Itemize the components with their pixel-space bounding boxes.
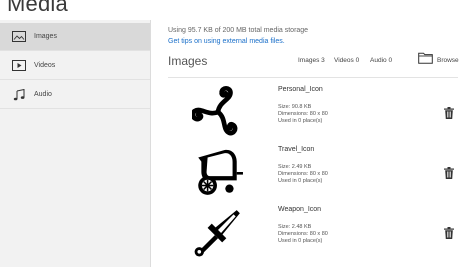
section-title: Images <box>168 54 208 68</box>
media-item-name: Personal_Icon <box>278 86 323 93</box>
media-item-name: Weapon_Icon <box>278 206 322 213</box>
sword-icon <box>192 206 244 258</box>
media-item-name: Travel_Icon <box>278 146 315 153</box>
audio-count: Audio 0 <box>370 57 393 64</box>
media-item-dimensions: Dimensions: 80 x 80 <box>278 231 328 237</box>
media-item-size: Size: 2.49 KB <box>278 164 312 170</box>
media-item-usage: Used in 0 place(s) <box>278 118 323 124</box>
images-count: Images 3 <box>298 57 325 64</box>
storage-usage-text: Using 95.7 KB of 200 MB total media stor… <box>168 27 309 34</box>
sidebar-item-label: Videos <box>34 62 56 69</box>
browse-button[interactable]: Browse <box>418 51 459 69</box>
sidebar-item-label: Audio <box>34 91 52 98</box>
trash-icon[interactable] <box>444 106 454 119</box>
media-item-usage: Used in 0 place(s) <box>278 238 323 244</box>
sidebar-item-label: Images <box>34 33 57 40</box>
section-divider <box>168 77 458 78</box>
app-title: Media <box>7 0 68 16</box>
media-item-usage: Used in 0 place(s) <box>278 178 323 184</box>
triskelion-icon <box>190 86 244 138</box>
videos-count: Videos 0 <box>334 57 360 64</box>
external-media-tips-link[interactable]: Get tips on using external media files. <box>168 38 285 45</box>
trash-icon[interactable] <box>444 166 454 179</box>
folder-icon <box>418 51 433 69</box>
sidebar-item-images[interactable]: Images <box>0 23 150 51</box>
image-icon <box>12 31 26 43</box>
music-note-icon <box>12 88 26 101</box>
video-icon <box>12 60 26 72</box>
media-item[interactable]: Personal_Icon Size: 90.8 KB Dimensions: … <box>168 86 468 146</box>
media-item-dimensions: Dimensions: 80 x 80 <box>278 171 328 177</box>
media-item[interactable]: Weapon_Icon Size: 2.48 KB Dimensions: 80… <box>168 206 468 266</box>
sidebar-item-audio[interactable]: Audio <box>0 81 150 109</box>
media-item-size: Size: 90.8 KB <box>278 104 312 110</box>
trash-icon[interactable] <box>444 226 454 239</box>
sidebar: Images Videos Audio <box>0 20 151 267</box>
sidebar-item-videos[interactable]: Videos <box>0 52 150 80</box>
media-item[interactable]: Travel_Icon Size: 2.49 KB Dimensions: 80… <box>168 146 468 206</box>
carriage-icon <box>192 146 244 198</box>
media-item-dimensions: Dimensions: 80 x 80 <box>278 111 328 117</box>
media-item-size: Size: 2.48 KB <box>278 224 312 230</box>
